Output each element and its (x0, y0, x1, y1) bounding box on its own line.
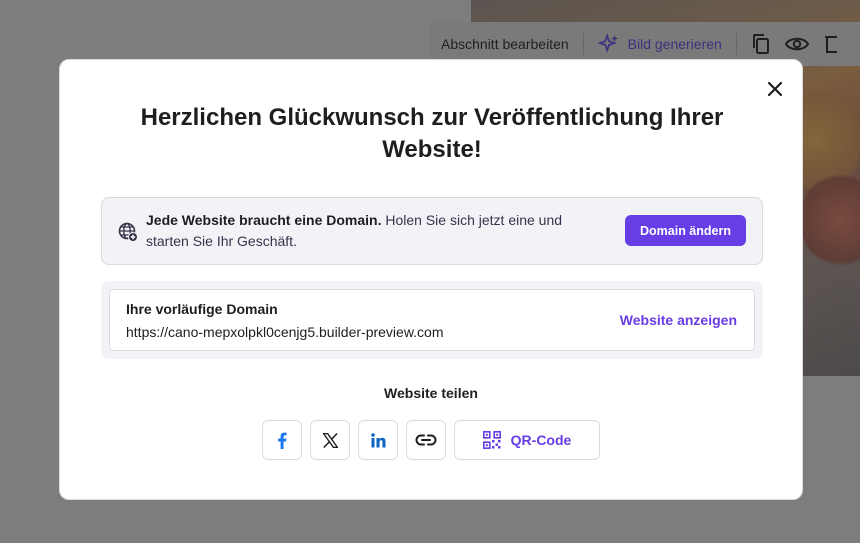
domain-info-banner: Jede Website braucht eine Domain. Holen … (101, 197, 763, 265)
generate-image-button[interactable]: Bild generieren (597, 33, 722, 55)
sparkle-icon (597, 33, 618, 54)
modal-title: Herzlichen Glückwunsch zur Veröffentlich… (140, 104, 724, 163)
temporary-domain-card: Ihre vorläufige Domain https://cano-mepx… (109, 289, 755, 351)
copy-link-button[interactable] (406, 420, 446, 460)
temporary-domain-url: https://cano-mepxolpkl0cenjg5.builder-pr… (126, 324, 444, 340)
share-title: Website teilen (384, 385, 478, 401)
link-icon (415, 434, 437, 446)
linkedin-icon (370, 432, 385, 447)
copy-icon[interactable] (751, 33, 771, 55)
change-domain-button[interactable]: Domain ändern (625, 215, 746, 246)
banner-text: Jede Website braucht eine Domain. Holen … (146, 210, 586, 252)
temporary-domain-label: Ihre vorläufige Domain (126, 301, 278, 317)
qr-code-label: QR-Code (510, 432, 572, 448)
x-icon (322, 432, 338, 448)
globe-icon (118, 222, 138, 242)
share-facebook-button[interactable] (262, 420, 302, 460)
temporary-domain-section: Ihre vorläufige Domain https://cano-mepx… (101, 281, 763, 359)
eye-icon[interactable] (784, 35, 809, 53)
close-icon (768, 82, 782, 96)
banner-bold-text: Jede Website braucht eine Domain. (146, 212, 382, 228)
share-x-button[interactable] (310, 420, 350, 460)
view-website-link[interactable]: Website anzeigen (620, 312, 737, 328)
share-linkedin-button[interactable] (358, 420, 398, 460)
generate-image-label: Bild generieren (627, 36, 722, 52)
share-buttons: QR-Code (262, 420, 600, 460)
trash-icon[interactable] (823, 34, 837, 54)
qr-code-button[interactable]: QR-Code (454, 420, 600, 460)
facebook-icon (278, 432, 287, 449)
edit-section-button[interactable]: Abschnitt bearbeiten (441, 36, 569, 52)
close-button[interactable] (765, 79, 785, 99)
qr-code-icon (482, 431, 501, 449)
toolbar-divider (735, 33, 737, 55)
toolbar-divider (582, 33, 584, 55)
publish-success-modal: Herzlichen Glückwunsch zur Veröffentlich… (59, 59, 803, 500)
